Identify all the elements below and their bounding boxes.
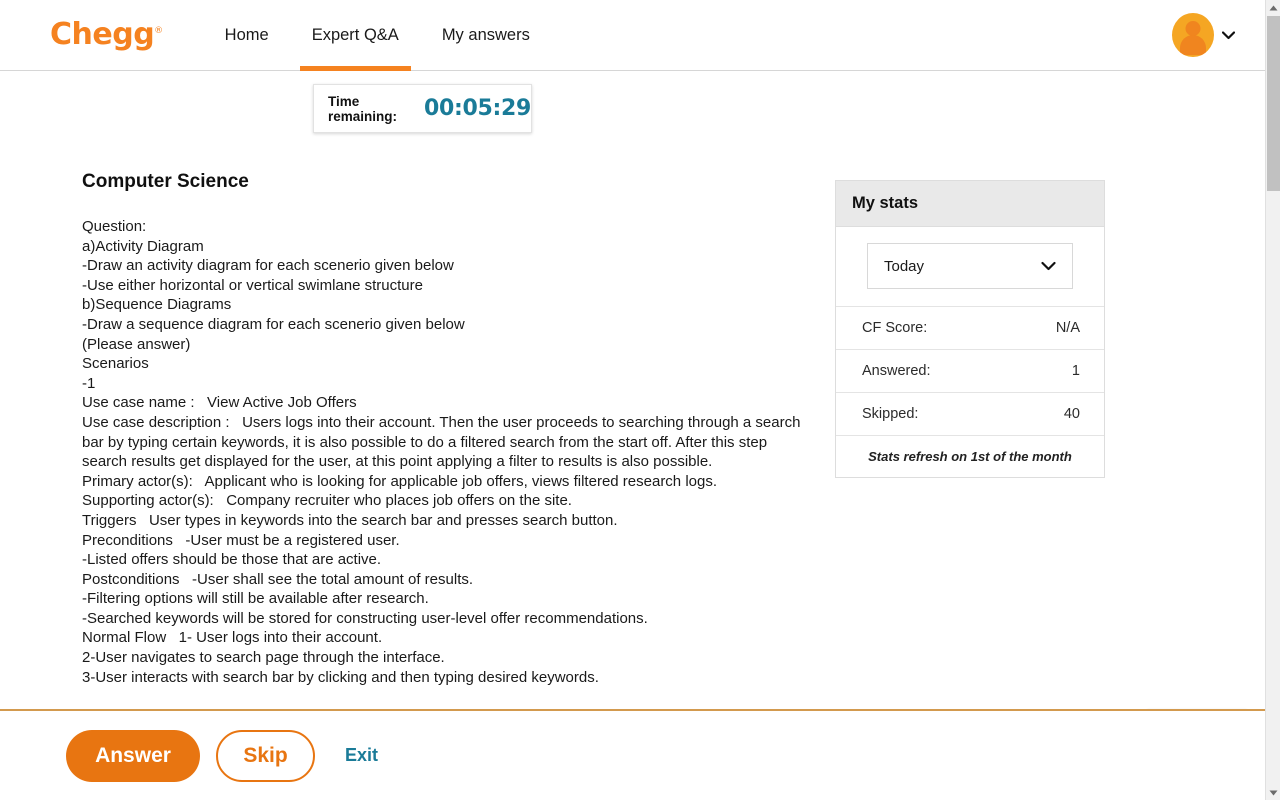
nav-tab-my-answers[interactable]: My answers [442,0,530,71]
chegg-logo-text: Chegg [50,17,154,52]
my-stats-title: My stats [836,181,1104,227]
nav-tab-expert-qa-label: Expert Q&A [312,26,399,45]
my-stats-panel: My stats Today CF Score: N/A Answered: 1… [835,180,1105,478]
nav-tab-list: Home Expert Q&A My answers [225,0,573,71]
account-menu[interactable] [1172,13,1235,57]
stats-period-select[interactable]: Today [867,243,1073,289]
time-remaining-label: Time remaining: [328,94,418,124]
chevron-down-icon[interactable] [1222,29,1235,42]
browser-scrollbar[interactable] [1265,0,1280,800]
exit-link[interactable]: Exit [345,745,378,766]
top-navigation-bar: Chegg® Home Expert Q&A My answers [0,0,1265,71]
stat-label: Skipped: [862,406,918,422]
nav-tab-expert-qa[interactable]: Expert Q&A [312,0,399,71]
stat-value: 1 [1072,363,1080,379]
time-remaining-value: 00:05:29 [424,96,531,121]
time-remaining-card: Time remaining: 00:05:29 [313,84,532,133]
stats-refresh-note: Stats refresh on 1st of the month [836,436,1104,477]
stat-value: N/A [1056,320,1080,336]
question-scroll-region[interactable]: Computer Science Question: a)Activity Di… [0,71,1265,709]
question-subject-title: Computer Science [82,171,812,193]
question-body-text: Question: a)Activity Diagram -Draw an ac… [82,217,812,687]
stats-period-selected-value: Today [884,258,924,275]
scroll-up-arrow-icon[interactable] [1266,0,1280,15]
scrollbar-thumb[interactable] [1267,16,1280,191]
stat-row-answered: Answered: 1 [836,350,1104,393]
question-column: Computer Science Question: a)Activity Di… [82,171,812,687]
nav-tab-home-label: Home [225,26,269,45]
chevron-down-icon [1041,258,1056,274]
stat-value: 40 [1064,406,1080,422]
nav-tab-my-answers-label: My answers [442,26,530,45]
scroll-down-arrow-icon[interactable] [1266,785,1280,800]
trademark-symbol: ® [154,26,163,36]
skip-button[interactable]: Skip [216,730,315,782]
stat-row-cf-score: CF Score: N/A [836,307,1104,350]
stat-row-skipped: Skipped: 40 [836,393,1104,436]
user-avatar-icon[interactable] [1172,13,1214,57]
avatar-body-shape [1180,35,1206,55]
stats-period-row: Today [836,227,1104,307]
avatar-head-shape [1186,21,1201,36]
chegg-logo[interactable]: Chegg® [50,20,163,50]
app-root: Chegg® Home Expert Q&A My answers Time [0,0,1280,800]
stat-label: Answered: [862,363,931,379]
nav-tab-home[interactable]: Home [225,0,269,71]
stat-label: CF Score: [862,320,927,336]
answer-button[interactable]: Answer [66,730,200,782]
bottom-action-bar: Answer Skip Exit [0,709,1265,800]
